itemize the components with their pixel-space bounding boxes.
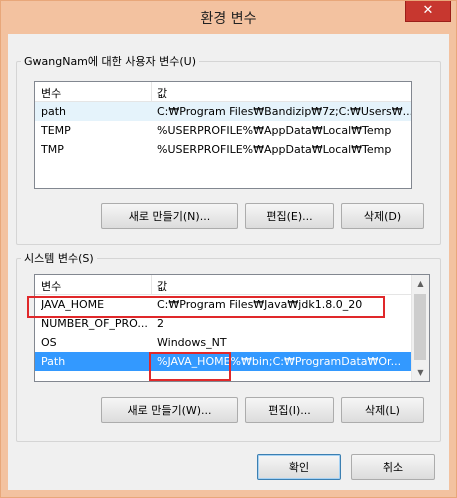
column-header-value[interactable]: 값	[157, 278, 167, 294]
user-variables-list[interactable]: 변수 값 path C:₩Program Files₩Bandizip₩7z;C…	[34, 81, 412, 189]
list-header: 변수 값	[35, 275, 429, 295]
user-edit-button[interactable]: 편집(E)...	[245, 203, 334, 229]
user-delete-button[interactable]: 삭제(D)	[341, 203, 424, 229]
scroll-up-icon[interactable]: ▲	[412, 275, 429, 292]
column-header-value[interactable]: 값	[157, 85, 167, 101]
system-edit-button[interactable]: 편집(I)...	[245, 397, 334, 423]
variable-name: TEMP	[41, 124, 71, 137]
list-item[interactable]: path C:₩Program Files₩Bandizip₩7z;C:₩Use…	[35, 102, 411, 121]
list-item-selected[interactable]: Path %JAVA_HOME%₩bin;C:₩ProgramData₩Or..…	[35, 352, 429, 371]
user-new-button[interactable]: 새로 만들기(N)...	[101, 203, 238, 229]
list-item[interactable]: OS Windows_NT	[35, 333, 429, 352]
variable-value: C:₩Program Files₩Bandizip₩7z;C:₩Users₩..…	[157, 105, 412, 118]
column-separator[interactable]	[151, 82, 152, 101]
column-header-variable[interactable]: 변수	[41, 278, 61, 294]
variable-name: TMP	[41, 143, 64, 156]
variable-name: path	[41, 105, 67, 118]
system-new-button[interactable]: 새로 만들기(W)...	[101, 397, 238, 423]
scroll-thumb[interactable]	[414, 294, 426, 360]
variable-name: Path	[41, 355, 66, 368]
variable-value: %USERPROFILE%₩AppData₩Local₩Temp	[157, 143, 392, 156]
variable-value: %USERPROFILE%₩AppData₩Local₩Temp	[157, 124, 392, 137]
vertical-scrollbar[interactable]: ▲ ▼	[411, 275, 429, 381]
title-bar[interactable]: 환경 변수 ✕	[1, 1, 456, 34]
column-header-variable[interactable]: 변수	[41, 85, 61, 101]
user-variables-label: GwangNam에 대한 사용자 변수(U)	[24, 55, 196, 68]
close-button[interactable]: ✕	[405, 1, 451, 22]
list-item[interactable]: TMP %USERPROFILE%₩AppData₩Local₩Temp	[35, 140, 411, 159]
variable-name: OS	[41, 336, 57, 349]
variable-value: Windows_NT	[157, 336, 227, 349]
dialog-body: GwangNam에 대한 사용자 변수(U) 변수 값 path C:₩Prog…	[8, 34, 449, 490]
window-title: 환경 변수	[200, 11, 257, 27]
scroll-down-icon[interactable]: ▼	[412, 364, 429, 381]
column-separator[interactable]	[151, 275, 152, 294]
list-header: 변수 값	[35, 82, 411, 102]
system-delete-button[interactable]: 삭제(L)	[341, 397, 424, 423]
highlight-box-java-home	[27, 296, 385, 318]
environment-variables-dialog: 환경 변수 ✕ GwangNam에 대한 사용자 변수(U) 변수 값 path…	[0, 0, 457, 498]
system-variables-label: 시스템 변수(S)	[24, 252, 94, 265]
variable-value: 2	[157, 317, 164, 330]
system-variables-list[interactable]: 변수 값 JAVA_HOME C:₩Program Files₩Java₩jdk…	[34, 274, 430, 382]
highlight-box-path-value	[149, 352, 231, 381]
ok-button[interactable]: 확인	[257, 454, 341, 480]
variable-name: NUMBER_OF_PRO...	[41, 317, 148, 330]
cancel-button[interactable]: 취소	[351, 454, 435, 480]
list-item[interactable]: TEMP %USERPROFILE%₩AppData₩Local₩Temp	[35, 121, 411, 140]
